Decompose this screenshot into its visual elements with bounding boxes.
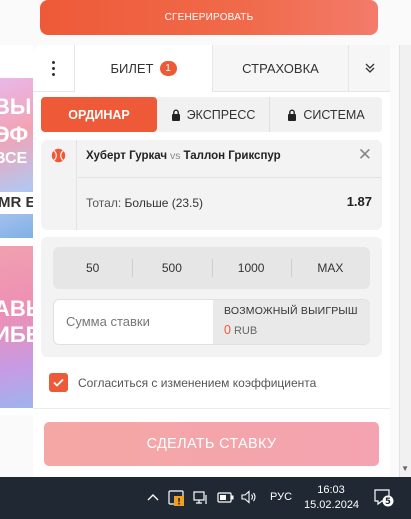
promo-banner-2[interactable]: АВЬ ИБЕ xyxy=(0,246,33,408)
stake-amount-placeholder[interactable]: Сумма ставки xyxy=(66,314,150,329)
possible-win-box: ВОЗМОЖНЫЙ ВЫИГРЫШ 0 RUB xyxy=(213,300,370,344)
bet-type-express[interactable]: ЭКСПРЕСС xyxy=(157,97,269,132)
accept-odds-label: Согласиться с изменением коэффициента xyxy=(78,375,317,390)
collapse-chevron-icon[interactable] xyxy=(348,45,390,91)
generate-button[interactable]: СГЕНЕРИРОВАТЬ xyxy=(40,0,378,35)
taskbar: ! РУС 16:03 15.02.2024 5 xyxy=(0,477,411,519)
currency-label: RUB xyxy=(233,325,258,337)
market-value: Больше (23.5) xyxy=(124,196,204,210)
clock-date: 15.02.2024 xyxy=(304,499,360,511)
volume-icon[interactable] xyxy=(241,490,258,504)
tab-insurance-label: СТРАХОВКА xyxy=(242,60,319,76)
security-warning-icon[interactable]: ! xyxy=(168,489,185,506)
page-scrollbar[interactable] xyxy=(399,45,411,477)
quick-stake-max-button[interactable]: MAX xyxy=(290,247,370,289)
bet-item: Хуберт Гуркач vs Таллон Грикспур ✕ Тотал: … xyxy=(41,140,382,230)
bet-type-system[interactable]: СИСТЕМА xyxy=(269,97,382,132)
quick-stake-buttons: 50 500 1000 MAX xyxy=(53,247,370,289)
notification-center-icon[interactable]: 5 xyxy=(374,489,394,512)
bet-divider xyxy=(78,177,382,178)
bet-slip-panel: БИЛЕТ 1 СТРАХОВКА ОРДИНАР ЭКСПРЕСС СИСТЕ… xyxy=(33,45,390,477)
tab-ticket-label: БИЛЕТ xyxy=(110,61,154,76)
clock[interactable]: 16:03 15.02.2024 xyxy=(304,483,360,513)
possible-win-amount: 0 RUB xyxy=(224,323,370,337)
promo-banner-1-line: ВСЕ xyxy=(0,150,28,167)
tennis-ball-icon xyxy=(41,140,77,230)
promo-banner-1-line: ЭФ xyxy=(0,122,29,147)
bet-odds: 1.87 xyxy=(346,194,372,209)
quick-stake-1000-button[interactable]: 1000 xyxy=(211,247,291,289)
bet-type-system-label: СИСТЕМА xyxy=(303,107,365,122)
market-label: Тотал: xyxy=(86,196,122,210)
player-1: Хуберт Гуркач xyxy=(86,150,168,162)
promo-banner-2-line: ИБЕ xyxy=(0,322,33,347)
possible-win-value: 0 xyxy=(224,323,231,337)
ticket-count-badge: 1 xyxy=(159,61,177,76)
promo-banner-1-line: MR EU xyxy=(0,192,33,214)
promo-banner-1[interactable]: ВЫ ЭФ ВСЕ MR EU xyxy=(0,78,33,238)
bet-type-single[interactable]: ОРДИНАР xyxy=(41,97,157,132)
quick-stake-50-button[interactable]: 50 xyxy=(53,247,132,289)
bet-market: Тотал: Больше (23.5) xyxy=(86,196,203,210)
bet-type-express-label: ЭКСПРЕСС xyxy=(186,107,256,122)
checkmark-icon xyxy=(53,378,64,387)
possible-win-label: ВОЗМОЖНЫЙ ВЫИГРЫШ xyxy=(224,305,358,317)
promo-banner-2-line: АВЬ xyxy=(0,296,33,321)
bet-type-selector: ОРДИНАР ЭКСПРЕСС СИСТЕМА xyxy=(41,97,382,132)
clock-time: 16:03 xyxy=(317,484,345,496)
bet-slip-tabs: БИЛЕТ 1 СТРАХОВКА xyxy=(33,45,390,93)
tab-insurance[interactable]: СТРАХОВКА xyxy=(212,45,348,91)
stake-amount-field[interactable]: Сумма ставки ВОЗМОЖНЫЙ ВЫИГРЫШ 0 RUB xyxy=(53,299,370,345)
language-indicator[interactable]: РУС xyxy=(270,491,292,503)
vs-label: vs xyxy=(170,150,181,162)
scroll-down-arrow-icon[interactable]: ▼ xyxy=(401,464,409,473)
network-icon[interactable] xyxy=(193,491,209,505)
accept-odds-change[interactable]: Согласиться с изменением коэффициента xyxy=(49,373,316,392)
lock-icon xyxy=(288,109,297,121)
stake-section: 50 500 1000 MAX Сумма ставки ВОЗМОЖНЫЙ В… xyxy=(41,237,382,357)
accept-odds-checkbox[interactable] xyxy=(49,373,68,392)
battery-icon[interactable] xyxy=(217,492,234,503)
remove-bet-close-icon[interactable]: ✕ xyxy=(358,145,372,165)
footer-divider xyxy=(33,408,390,409)
place-bet-button[interactable]: СДЕЛАТЬ СТАВКУ xyxy=(44,422,379,466)
match-title: Хуберт Гуркач vs Таллон Грикспур xyxy=(86,150,281,162)
more-menu-icon[interactable] xyxy=(33,45,75,91)
tab-ticket[interactable]: БИЛЕТ 1 xyxy=(75,45,212,93)
quick-stake-500-button[interactable]: 500 xyxy=(132,247,211,289)
show-hidden-icons-chevron-icon[interactable] xyxy=(147,493,159,501)
lock-icon xyxy=(171,109,180,121)
svg-text:!: ! xyxy=(177,498,181,507)
promo-banner-1-line: ВЫ xyxy=(0,94,32,119)
notification-count: 5 xyxy=(385,497,391,507)
bet-type-single-label: ОРДИНАР xyxy=(68,107,130,122)
player-2: Таллон Грикспур xyxy=(183,150,281,162)
